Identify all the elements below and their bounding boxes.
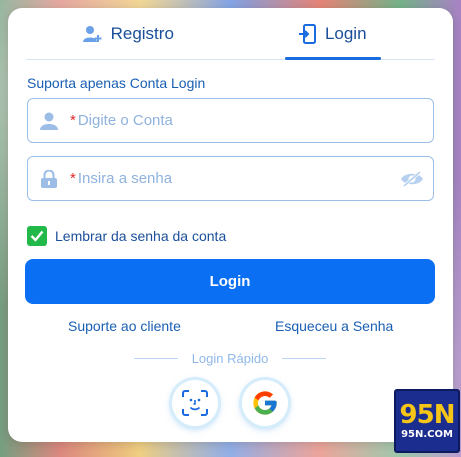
quick-login-label: Login Rápido bbox=[191, 351, 269, 366]
check-icon bbox=[30, 230, 44, 242]
add-user-icon bbox=[82, 25, 103, 43]
divider-line-right bbox=[282, 358, 327, 359]
auth-tabs: Registro Login bbox=[26, 8, 435, 60]
user-icon bbox=[28, 112, 70, 130]
google-icon bbox=[253, 391, 277, 415]
face-id-button[interactable] bbox=[172, 380, 218, 426]
face-id-icon bbox=[182, 390, 208, 416]
brand-logo: 95N 95N.COM bbox=[394, 389, 460, 453]
eye-hidden-icon[interactable] bbox=[391, 170, 433, 187]
remember-label: Lembrar da senha da conta bbox=[55, 228, 227, 244]
account-support-note: Suporta apenas Conta Login bbox=[27, 75, 206, 91]
divider-line-left bbox=[133, 358, 178, 359]
tab-registro[interactable]: Registro bbox=[26, 8, 231, 59]
login-modal: Registro Login Suporta apenas Conta Logi… bbox=[8, 8, 453, 442]
support-link[interactable]: Suporte ao cliente bbox=[68, 318, 181, 334]
brand-logo-small: 95N.COM bbox=[401, 429, 453, 440]
password-input[interactable] bbox=[77, 170, 391, 187]
account-field[interactable]: * bbox=[27, 98, 434, 143]
remember-checkbox[interactable] bbox=[27, 226, 47, 246]
password-field[interactable]: * bbox=[27, 156, 434, 201]
google-login-button[interactable] bbox=[242, 380, 288, 426]
required-mark: * bbox=[70, 170, 76, 187]
account-input[interactable] bbox=[77, 112, 433, 129]
quick-login-divider: Login Rápido bbox=[130, 351, 330, 366]
login-door-icon bbox=[298, 23, 317, 44]
remember-password[interactable]: Lembrar da senha da conta bbox=[27, 226, 226, 246]
tab-registro-label: Registro bbox=[110, 23, 174, 43]
tab-login-label: Login bbox=[324, 23, 367, 43]
tab-login[interactable]: Login bbox=[231, 8, 436, 60]
brand-logo-big: 95N bbox=[399, 400, 456, 430]
login-button[interactable]: Login bbox=[25, 259, 435, 304]
lock-icon bbox=[28, 169, 70, 188]
forgot-password-link[interactable]: Esqueceu a Senha bbox=[275, 318, 393, 334]
required-mark: * bbox=[70, 112, 76, 129]
